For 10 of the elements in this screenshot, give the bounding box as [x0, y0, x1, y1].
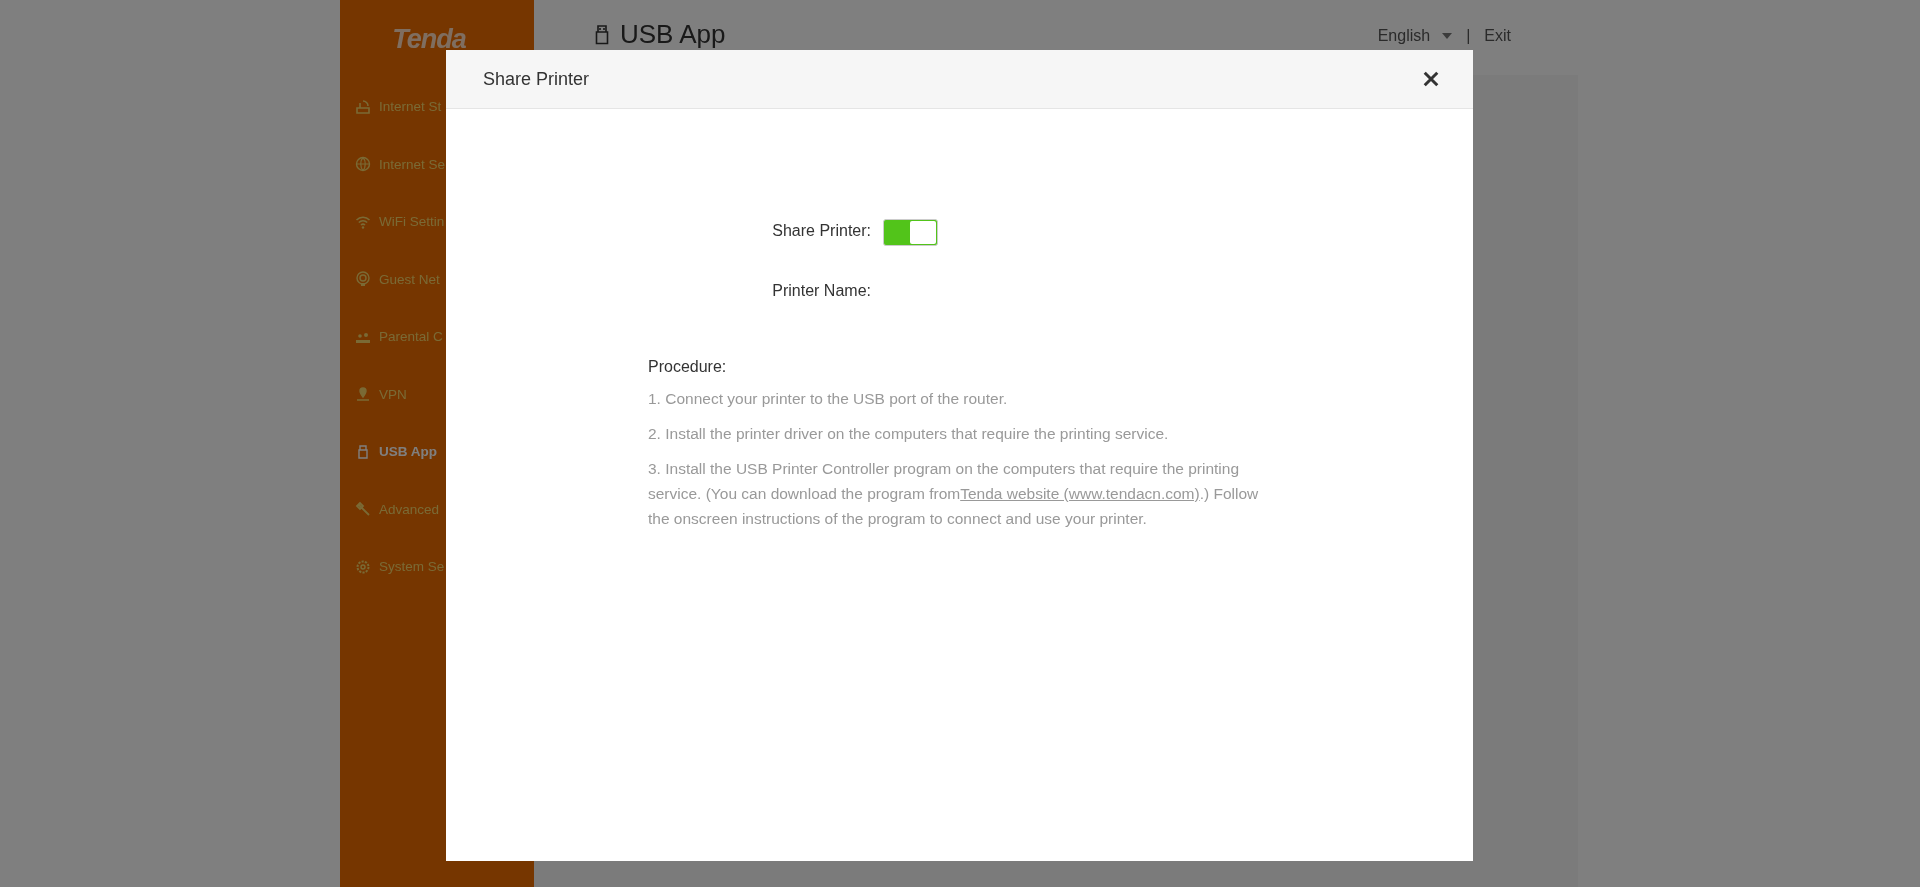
logo: Tenda: [391, 22, 467, 56]
dialog-title: Share Printer: [483, 68, 590, 90]
procedure-step: 3. Install the USB Printer Controller program on the computers that require the printing service. (You can download the program fromTenda website (www.tendacn.com).) Follow the onscreen instructions of the program to connect and use your printer.: [648, 456, 1273, 531]
field-label: Share Printer:: [771, 221, 871, 240]
field-label: Printer Name:: [771, 281, 871, 300]
procedure-step: 1. Connect your printer to the USB port of the router.: [648, 386, 1273, 411]
separator: |: [1466, 26, 1471, 45]
procedure-step: 2. Install the printer driver on the computers that require the printing service.: [648, 421, 1273, 446]
procedure-title: Procedure:: [648, 358, 728, 376]
page-title: USB App: [620, 19, 726, 50]
